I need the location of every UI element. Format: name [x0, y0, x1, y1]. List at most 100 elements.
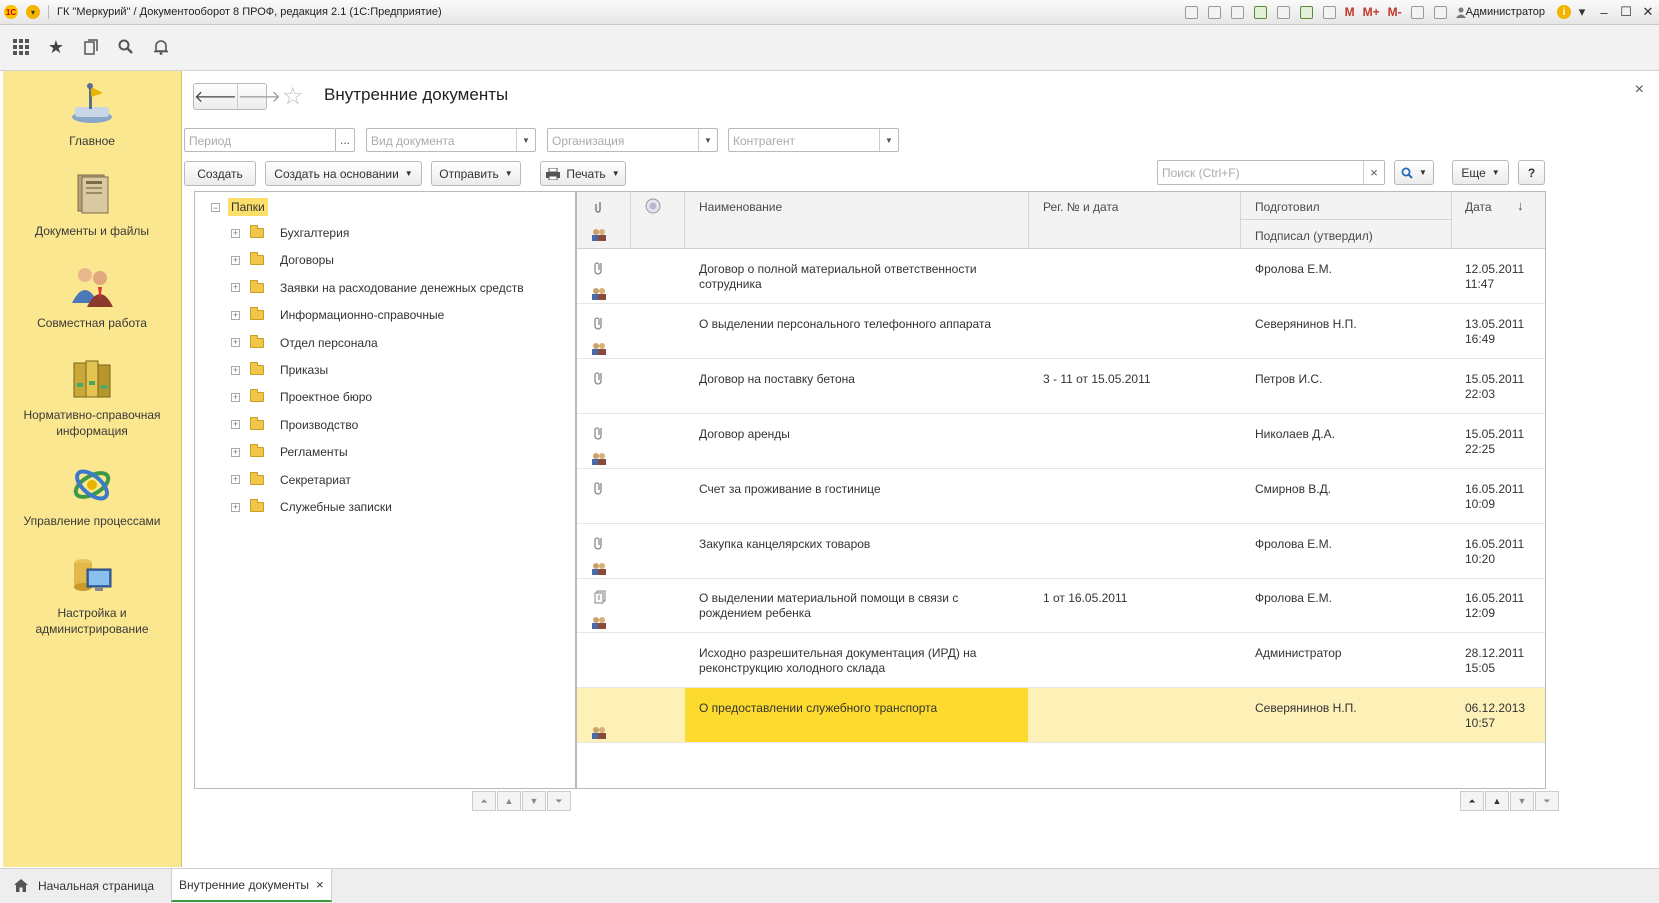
create-button[interactable]: Создать — [184, 161, 256, 186]
table-row[interactable]: Счет за проживание в гостинице Смирнов В.… — [577, 469, 1545, 524]
organization-field[interactable]: Организация ▼ — [547, 128, 718, 152]
expand-icon[interactable]: + — [231, 420, 240, 430]
favorite-star-icon[interactable]: ☆ — [282, 82, 304, 111]
zoom-icon[interactable] — [1410, 5, 1424, 19]
expand-icon[interactable]: + — [231, 365, 240, 375]
expand-icon[interactable]: + — [231, 228, 240, 238]
expand-icon[interactable]: + — [231, 392, 240, 402]
titlebar-menu-caret-icon[interactable]: ▾ — [1571, 4, 1593, 20]
create-based-on-button[interactable]: Создать на основании ▼ — [265, 161, 422, 186]
expand-icon[interactable]: + — [231, 310, 240, 320]
minimize-button[interactable]: – — [1593, 5, 1615, 20]
expand-icon[interactable]: + — [231, 255, 240, 265]
tree-folder-item[interactable]: + Проектное бюро — [231, 389, 372, 404]
scroll-down-icon[interactable]: ▼ — [1510, 791, 1534, 811]
dropdown-arrow-icon[interactable]: ▼ — [879, 129, 898, 151]
period-select-button[interactable]: ... — [335, 128, 355, 152]
sort-desc-icon[interactable]: ↓ — [1517, 198, 1524, 213]
main-menu-dropdown-icon[interactable]: ▾ — [26, 5, 40, 19]
tree-folder-item[interactable]: + Служебные записки — [231, 499, 392, 514]
dropdown-arrow-icon[interactable]: ▼ — [698, 129, 717, 151]
table-row[interactable]: Договор на поставку бетона 3 - 11 от 15.0… — [577, 359, 1545, 414]
print-icon[interactable] — [1207, 5, 1221, 19]
tree-folder-item[interactable]: + Информационно-справочные — [231, 307, 444, 322]
col-prepared-header[interactable]: Подготовил — [1255, 200, 1320, 214]
section-documents[interactable]: Документы и файлы — [3, 171, 181, 239]
memory-minus-button[interactable]: M- — [1388, 5, 1402, 19]
expand-icon[interactable]: + — [231, 338, 240, 348]
close-window-button[interactable]: ✕ — [1637, 4, 1659, 20]
section-settings[interactable]: Настройка и администрирование — [3, 553, 181, 637]
memory-plus-button[interactable]: M+ — [1363, 5, 1380, 19]
clear-search-icon[interactable]: × — [1363, 161, 1384, 184]
table-row[interactable]: Исходно разрешительная документация (ИРД… — [577, 633, 1545, 689]
tree-folder-item[interactable]: + Регламенты — [231, 444, 348, 459]
scroll-bottom-icon[interactable]: ⏷ — [1535, 791, 1559, 811]
help-button[interactable]: ? — [1518, 160, 1545, 185]
tree-folder-item[interactable]: + Заявки на расходование денежных средств — [231, 279, 524, 295]
col-name-header[interactable]: Наименование — [699, 200, 782, 214]
user-menu[interactable]: Администратор — [1455, 6, 1545, 18]
tree-folder-item[interactable]: + Секретариат — [231, 471, 351, 487]
send-button[interactable]: Отправить ▼ — [431, 161, 521, 186]
spreadsheet-icon[interactable] — [1299, 5, 1313, 19]
scroll-bottom-icon[interactable]: ⏷ — [547, 791, 571, 811]
section-collaboration[interactable]: Совместная работа — [3, 263, 181, 331]
document-type-field[interactable]: Вид документа ▼ — [366, 128, 536, 152]
section-main[interactable]: Главное — [3, 81, 181, 149]
table-row[interactable]: Договор о полной материальной ответствен… — [577, 249, 1545, 304]
col-reg-header[interactable]: Рег. № и дата — [1043, 200, 1118, 214]
scroll-up-icon[interactable]: ▲ — [1485, 791, 1509, 811]
tree-folder-item[interactable]: + Договоры — [231, 252, 334, 267]
tree-folder-item[interactable]: + Отдел персонала — [231, 334, 378, 350]
expand-icon[interactable]: + — [231, 447, 240, 457]
close-tab-icon[interactable]: × — [316, 877, 324, 892]
mail-icon[interactable] — [1276, 5, 1290, 19]
apps-grid-icon[interactable] — [10, 36, 32, 58]
search-input[interactable]: Поиск (Ctrl+F) × — [1157, 160, 1385, 185]
save-icon[interactable] — [1184, 5, 1198, 19]
table-row[interactable]: Закупка канцелярских товаров Фролова Е.М.… — [577, 524, 1545, 579]
search-options-button[interactable]: ▼ — [1394, 160, 1434, 185]
dropdown-arrow-icon[interactable]: ▼ — [516, 129, 535, 151]
forward-arrow-icon[interactable]: 🡒 — [238, 84, 281, 109]
favorites-star-icon[interactable]: ★ — [45, 36, 67, 58]
col-signed-header[interactable]: Подписал (утвердил) — [1255, 229, 1373, 243]
tree-folder-item[interactable]: + Производство — [231, 416, 358, 432]
panels-icon[interactable] — [1433, 5, 1447, 19]
tree-folder-item[interactable]: + Приказы — [231, 362, 328, 377]
period-field[interactable]: Период — [184, 128, 336, 152]
preview-icon[interactable] — [1230, 5, 1244, 19]
expand-icon[interactable]: + — [231, 283, 240, 293]
more-button[interactable]: Еще ▼ — [1452, 160, 1509, 185]
search-icon[interactable] — [115, 36, 137, 58]
scroll-top-icon[interactable]: ⏶ — [472, 791, 496, 811]
table-row[interactable]: О предоставлении служебного транспорта Се… — [577, 688, 1545, 744]
maximize-button[interactable]: ☐ — [1615, 4, 1637, 20]
section-reference[interactable]: Нормативно-справочная информация — [3, 355, 181, 439]
tree-folder-item[interactable]: + Бухгалтерия — [231, 225, 349, 240]
scroll-top-icon[interactable]: ⏶ — [1460, 791, 1484, 811]
info-icon[interactable]: i — [1557, 5, 1571, 19]
calendar-icon[interactable] — [1322, 5, 1336, 19]
back-arrow-icon[interactable]: 🡐 — [194, 84, 238, 109]
tab-internal-documents[interactable]: Внутренние документы × — [171, 869, 332, 902]
print-button[interactable]: Печать ▼ — [540, 161, 626, 186]
memory-m-button[interactable]: M — [1345, 5, 1355, 19]
table-row[interactable]: О выделении материальной помощи в связи … — [577, 578, 1545, 634]
table-row[interactable]: Договор аренды Николаев Д.А. 15.05.2011 22:… — [577, 414, 1545, 469]
collapse-icon[interactable]: − — [211, 202, 220, 212]
col-date-header[interactable]: Дата — [1465, 200, 1492, 214]
expand-icon[interactable]: + — [231, 475, 240, 485]
notifications-bell-icon[interactable] — [150, 36, 172, 58]
contractor-field[interactable]: Контрагент ▼ — [728, 128, 899, 152]
tree-root-folders[interactable]: − Папки — [211, 198, 268, 216]
upload-icon[interactable] — [1253, 5, 1267, 19]
table-row[interactable]: О выделении персонального телефонного ап… — [577, 304, 1545, 359]
expand-icon[interactable]: + — [231, 502, 240, 512]
history-icon[interactable] — [80, 36, 102, 58]
scroll-down-icon[interactable]: ▼ — [522, 791, 546, 811]
tab-home[interactable]: Начальная страница — [10, 869, 170, 902]
close-form-button[interactable]: × — [1635, 81, 1644, 99]
scroll-up-icon[interactable]: ▲ — [497, 791, 521, 811]
